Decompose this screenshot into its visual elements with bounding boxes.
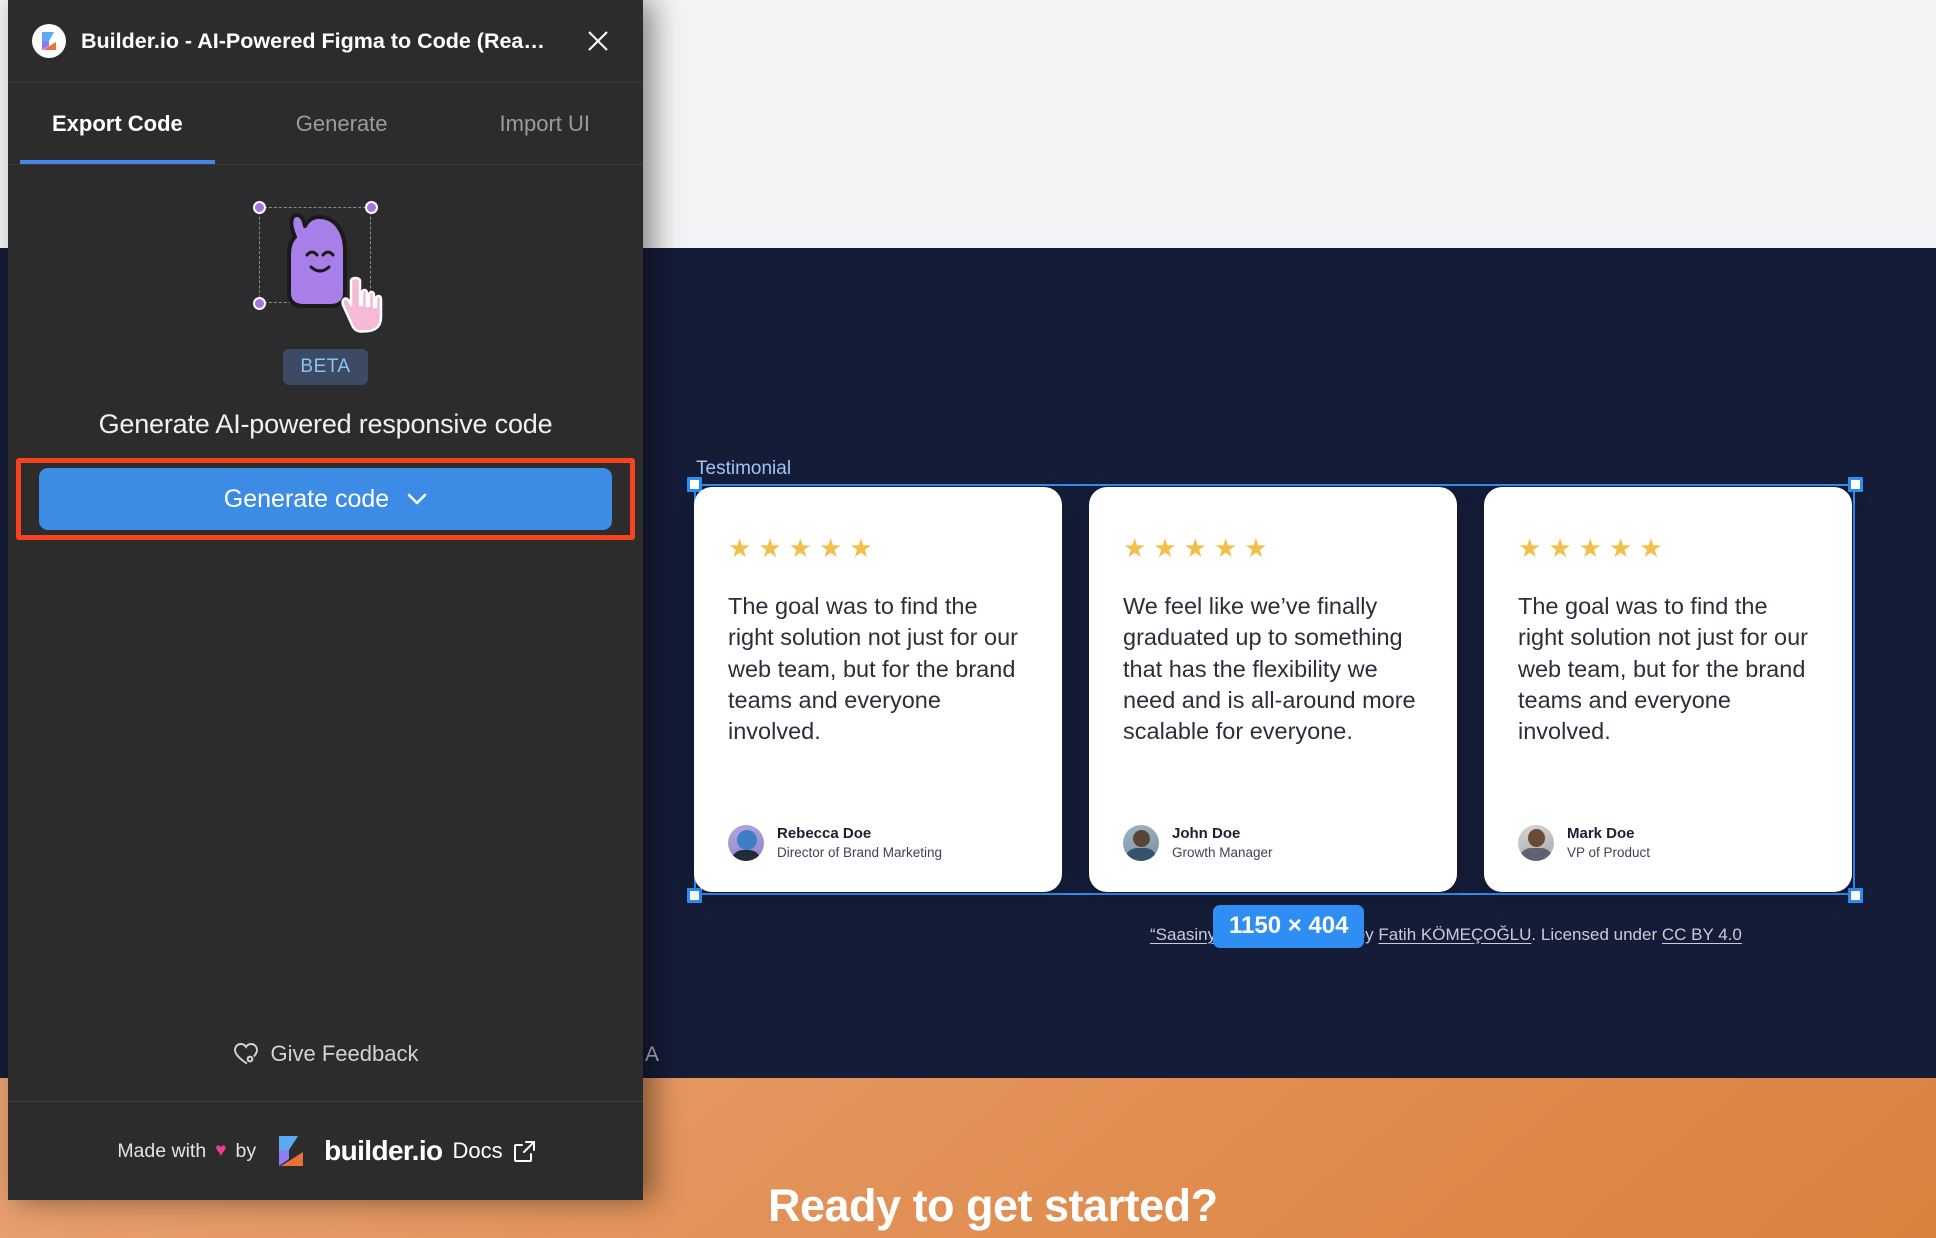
beta-badge: BETA (283, 349, 367, 385)
avatar (1518, 825, 1554, 861)
generate-button-highlight: Generate code (16, 458, 635, 540)
purple-blob-mascot-icon (251, 197, 401, 337)
testimonial-quote: The goal was to find the right solution … (728, 591, 1028, 747)
external-link-icon (513, 1140, 536, 1163)
builder-io-mark-icon (276, 1135, 306, 1167)
star-icon: ★ (819, 535, 842, 561)
star-icon: ★ (1639, 535, 1662, 561)
selection-size-badge: 1150 × 404 (1213, 905, 1364, 948)
attribution-part1: “Saasiny (1150, 925, 1216, 944)
star-icon: ★ (789, 535, 812, 561)
mascot-handle-top-left (253, 201, 266, 214)
testimonial-card[interactable]: ★ ★ ★ ★ ★ The goal was to find the right… (1484, 487, 1852, 892)
testimonial-card[interactable]: ★ ★ ★ ★ ★ We feel like we’ve finally gra… (1089, 487, 1457, 892)
star-icon: ★ (1244, 535, 1267, 561)
panel-footer: Made with ♥ by builder.io Docs (87, 1102, 563, 1200)
star-icon: ★ (1609, 535, 1632, 561)
panel-body: BETA Generate AI-powered responsive code… (8, 165, 643, 1200)
made-with-prefix: Made with (117, 1140, 206, 1163)
star-rating: ★ ★ ★ ★ ★ (1123, 535, 1423, 561)
star-icon: ★ (728, 535, 751, 561)
star-icon: ★ (1579, 535, 1602, 561)
attribution-author[interactable]: Fatih KÖMEÇOĞLU (1378, 925, 1531, 944)
layer-name-label: Testimonial (696, 458, 791, 480)
author-name: John Doe (1172, 824, 1273, 844)
testimonial-quote: We feel like we’ve finally graduated up … (1123, 591, 1423, 747)
chevron-down-icon (407, 493, 427, 506)
docs-label: Docs (453, 1138, 503, 1164)
star-icon: ★ (1184, 535, 1207, 561)
star-icon: ★ (1548, 535, 1571, 561)
star-icon: ★ (758, 535, 781, 561)
builder-io-logo-icon (32, 24, 66, 58)
heart-icon: ♥ (215, 1140, 226, 1162)
author-role: Director of Brand Marketing (777, 844, 942, 862)
author-name: Mark Doe (1567, 824, 1650, 844)
give-feedback-button[interactable]: Give Feedback (8, 1006, 643, 1102)
panel-tabs: Export Code Generate Import UI (8, 83, 643, 165)
tab-import-ui[interactable]: Import UI (496, 83, 594, 164)
made-with-credit: Made with ♥ by (117, 1140, 256, 1163)
mascot-handle-bottom-left (253, 297, 266, 310)
close-icon[interactable] (579, 22, 617, 60)
author-role: VP of Product (1567, 844, 1650, 862)
mascot-handle-top-right (365, 201, 378, 214)
star-icon: ★ (1123, 535, 1146, 561)
author-name: Rebecca Doe (777, 824, 942, 844)
tab-generate[interactable]: Generate (292, 83, 392, 164)
heart-gear-icon (233, 1042, 259, 1066)
testimonial-author: Rebecca Doe Director of Brand Marketing (728, 824, 1028, 862)
builder-plugin-panel: Builder.io - AI-Powered Figma to Code (R… (8, 0, 643, 1200)
panel-header: Builder.io - AI-Powered Figma to Code (R… (8, 0, 643, 83)
testimonial-author: John Doe Growth Manager (1123, 824, 1423, 862)
star-icon: ★ (849, 535, 872, 561)
screenshot-root: Ready to get started? A “Saasinye Templa… (0, 0, 1936, 1238)
attribution-license-prefix: . Licensed under (1531, 925, 1657, 944)
star-rating: ★ ★ ★ ★ ★ (728, 535, 1028, 561)
testimonial-author: Mark Doe VP of Product (1518, 824, 1818, 862)
stray-letter: A (645, 1043, 659, 1067)
generate-code-label: Generate code (224, 485, 389, 514)
attribution-license-link[interactable]: CC BY 4.0 (1662, 925, 1742, 944)
pointing-hand-cursor-icon (341, 275, 389, 333)
avatar (728, 825, 764, 861)
panel-headline: Generate AI-powered responsive code (99, 409, 553, 440)
generate-code-button[interactable]: Generate code (39, 468, 612, 530)
testimonial-quote: The goal was to find the right solution … (1518, 591, 1818, 747)
testimonial-card-list: ★ ★ ★ ★ ★ The goal was to find the right… (694, 487, 1852, 892)
avatar (1123, 825, 1159, 861)
testimonial-card[interactable]: ★ ★ ★ ★ ★ The goal was to find the right… (694, 487, 1062, 892)
author-role: Growth Manager (1172, 844, 1273, 862)
panel-title: Builder.io - AI-Powered Figma to Code (R… (81, 29, 579, 54)
builder-io-wordmark: builder.io (324, 1135, 442, 1167)
star-icon: ★ (1214, 535, 1237, 561)
made-with-suffix: by (235, 1140, 256, 1163)
tab-export-code[interactable]: Export Code (48, 83, 187, 164)
docs-link[interactable]: Docs (453, 1138, 536, 1164)
star-rating: ★ ★ ★ ★ ★ (1518, 535, 1818, 561)
give-feedback-label: Give Feedback (271, 1041, 419, 1067)
star-icon: ★ (1518, 535, 1541, 561)
star-icon: ★ (1153, 535, 1176, 561)
cta-heading: Ready to get started? (768, 1180, 1218, 1232)
